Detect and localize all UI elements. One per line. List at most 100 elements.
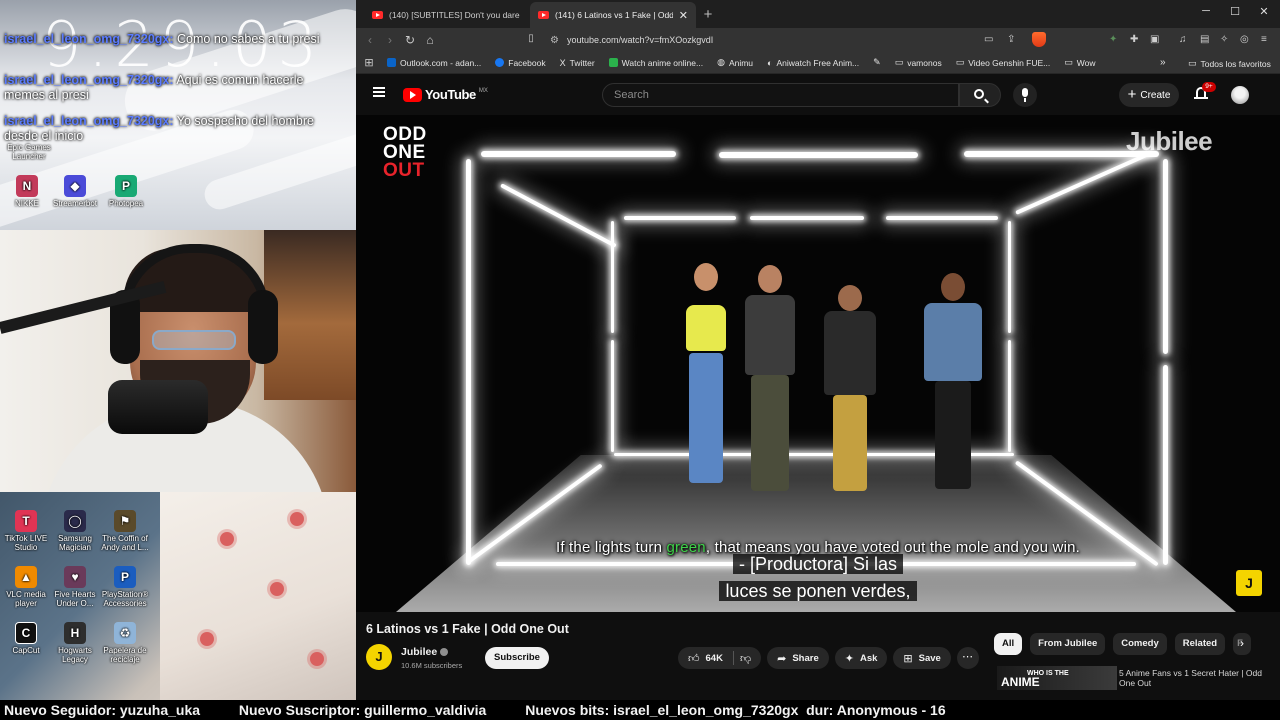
create-button[interactable]: + Create xyxy=(1119,83,1179,107)
back-icon[interactable]: ‹ xyxy=(360,33,380,47)
hamburger-menu-icon[interactable] xyxy=(373,87,385,97)
contestant-3 xyxy=(818,285,882,503)
channel-watermark-icon[interactable]: J xyxy=(1236,570,1262,596)
desktop-shortcut-streamerbot[interactable]: ◆ Streamerbot xyxy=(48,175,102,208)
jubilee-watermark: Jubilee xyxy=(1126,126,1213,156)
tab-strip: (140) [SUBTITLES] Don't you dare for (14… xyxy=(356,0,1280,28)
neon-light-bar xyxy=(886,216,998,220)
chip-comedy[interactable]: Comedy xyxy=(1113,633,1167,655)
bookmark-folder-vamonos[interactable]: ▭ vamonos xyxy=(895,57,942,68)
desktop-shortcut-coffin-of-andy[interactable]: ⚑ The Coffin of Andy and L... xyxy=(98,510,152,552)
bookmark-twitter[interactable]: X Twitter xyxy=(560,58,595,68)
chip-related[interactable]: Related xyxy=(1174,633,1226,655)
forward-icon[interactable]: › xyxy=(380,33,400,47)
desktop-shortcut-capcut[interactable]: C CapCut xyxy=(0,622,53,655)
recommended-video-title[interactable]: 5 Anime Fans vs 1 Secret Hater | Odd One… xyxy=(1119,668,1280,688)
bookmark-folder-wow[interactable]: ▭ Wow xyxy=(1064,57,1095,68)
anime-site-icon xyxy=(608,58,618,67)
vlc-icon: ▲ xyxy=(15,566,37,588)
desktop-shortcut-label: Hogwarts Legacy xyxy=(58,646,92,664)
close-tab-icon[interactable]: ✕ xyxy=(679,9,688,22)
wallet-icon[interactable]: ▤ xyxy=(1200,34,1209,45)
desktop-shortcut-photopea[interactable]: P Photopea xyxy=(99,175,153,208)
leaf-icon[interactable]: ✦ xyxy=(1109,34,1117,45)
desktop-shortcut-nikke[interactable]: N NIKKE xyxy=(0,175,54,208)
desktop-shortcut-label: PlayStation® Accessories xyxy=(101,590,149,608)
bookmark-label: Todos los favoritos xyxy=(1200,58,1271,69)
notifications-button[interactable]: 9+ xyxy=(1194,82,1216,101)
apps-icon[interactable]: ⊞ xyxy=(359,56,379,69)
glasses xyxy=(152,330,236,350)
all-bookmarks-button[interactable]: ▭ Todos los favoritos xyxy=(1188,58,1271,69)
browser-tab-subtitles[interactable]: (140) [SUBTITLES] Don't you dare for xyxy=(364,2,530,28)
new-tab-button[interactable]: + xyxy=(696,2,720,28)
ai-icon[interactable]: ✧ xyxy=(1220,34,1228,45)
home-icon[interactable]: ⌂ xyxy=(420,33,440,47)
share-page-icon[interactable]: ⇪ xyxy=(1007,34,1015,45)
save-button[interactable]: ⊞ Save xyxy=(893,647,951,669)
site-info-icon[interactable]: ⚙ xyxy=(550,35,559,46)
recommended-video-thumbnail[interactable]: WHO IS THE ANIME xyxy=(997,666,1117,690)
minimize-icon[interactable]: ─ xyxy=(1196,5,1216,17)
channel-avatar[interactable]: J xyxy=(366,644,392,670)
desktop-shortcut-playstation-accessories[interactable]: P PlayStation® Accessories xyxy=(98,566,152,608)
cast-icon[interactable]: ▭ xyxy=(984,34,993,45)
ask-button[interactable]: ✦ Ask xyxy=(834,647,888,669)
neon-light-bar xyxy=(750,216,864,220)
vpn-icon[interactable]: ◎ xyxy=(1240,34,1249,45)
bookmark-folder-genshin[interactable]: ▭ Video Genshin FUE... xyxy=(956,57,1051,68)
media-icon[interactable]: ♫ xyxy=(1179,34,1187,45)
desktop-shortcut-five-hearts[interactable]: ♥ Five Hearts Under O... xyxy=(48,566,102,608)
thumbnail-text: ANIME xyxy=(1001,675,1040,689)
search-button[interactable] xyxy=(959,83,1001,107)
chip-all[interactable]: All xyxy=(994,633,1023,655)
bookmark-watch-anime[interactable]: Watch anime online... xyxy=(608,58,703,68)
subscribe-button[interactable]: Subscribe xyxy=(485,647,549,669)
brave-shield-icon[interactable] xyxy=(1032,32,1046,47)
url-text: youtube.com/watch?v=fmXOozkgvdI xyxy=(566,35,714,45)
video-title: 6 Latinos vs 1 Fake | Odd One Out xyxy=(366,622,569,636)
extensions-icon[interactable]: ✚ xyxy=(1130,34,1138,45)
maximize-icon[interactable]: ☐ xyxy=(1225,5,1245,18)
desktop-shortcut-samsung-magician[interactable]: ◯ Samsung Magician xyxy=(48,510,102,552)
bookmark-aniwatch[interactable]: ◐ Aniwatch Free Anim... xyxy=(767,58,859,68)
voice-search-icon[interactable] xyxy=(1013,83,1037,107)
chip-from-jubilee[interactable]: From Jubilee xyxy=(1030,633,1106,655)
more-bookmarks-icon[interactable]: » xyxy=(1160,57,1166,68)
bookmark-facebook[interactable]: Facebook xyxy=(495,58,546,68)
contestant-1 xyxy=(676,263,736,503)
bookmark-page-icon[interactable]: ▯ xyxy=(521,33,541,44)
desktop-shortcut-hogwarts-legacy[interactable]: H Hogwarts Legacy xyxy=(48,622,102,664)
video-player[interactable]: ODD ONE OUT Jubilee If the lights turn g… xyxy=(356,115,1280,612)
search-input[interactable]: Search xyxy=(602,83,959,107)
stream-screen: 9:29:03 israel_el_leon_omg_7320gx: Como … xyxy=(0,0,1280,720)
webcam-feed xyxy=(0,230,356,492)
account-avatar[interactable] xyxy=(1231,86,1249,104)
browser-tab-odd-one-out[interactable]: (141) 6 Latinos vs 1 Fake | Odd O ✕ xyxy=(530,2,696,28)
closed-caption: - [Productora] Si las luces se ponen ver… xyxy=(356,551,1280,605)
neon-light-bar xyxy=(466,159,471,565)
close-window-icon[interactable]: ✕ xyxy=(1254,5,1274,18)
bookmark-unnamed[interactable]: ✎ xyxy=(873,57,881,68)
reload-icon[interactable]: ↻ xyxy=(400,33,420,47)
bookmark-animu[interactable]: ◍ Animu xyxy=(717,57,753,68)
sidebar-icon[interactable]: ▣ xyxy=(1150,34,1159,45)
desktop-shortcut-tiktok-live[interactable]: T TikTok LIVE Studio xyxy=(0,510,53,552)
bookmark-label: vamonos xyxy=(907,57,942,68)
desktop-shortcut-vlc[interactable]: ▲ VLC media player xyxy=(0,566,53,608)
chevron-right-icon[interactable]: › xyxy=(1240,636,1244,650)
chat-username: israel_el_leon_omg_7320gx: xyxy=(4,73,174,87)
bookmark-outlook[interactable]: Outlook.com - adan... xyxy=(387,58,481,68)
desktop-shortcut-epic-games[interactable]: Epic Games Launcher xyxy=(2,143,56,161)
neon-light-bar xyxy=(1015,150,1154,215)
more-actions-icon[interactable]: ⋯ xyxy=(957,647,979,669)
menu-icon[interactable]: ≡ xyxy=(1261,34,1267,45)
youtube-logo[interactable]: YouTube MX xyxy=(403,87,488,102)
stream-alert-ticker: Nuevo Seguidor: yuzuha_uka Nuevo Suscrip… xyxy=(0,700,1280,720)
channel-name[interactable]: Jubilee xyxy=(401,646,449,658)
like-button[interactable]: 👍︎ 64K 👎︎ xyxy=(678,647,762,669)
desktop-shortcut-recycle-bin[interactable]: ♻ Papelera de reciclaje xyxy=(98,622,152,664)
share-button[interactable]: ➦ Share xyxy=(767,647,829,669)
bookmark-label: Twitter xyxy=(569,57,595,68)
desktop-shortcut-label: Papelera de reciclaje xyxy=(103,646,147,664)
